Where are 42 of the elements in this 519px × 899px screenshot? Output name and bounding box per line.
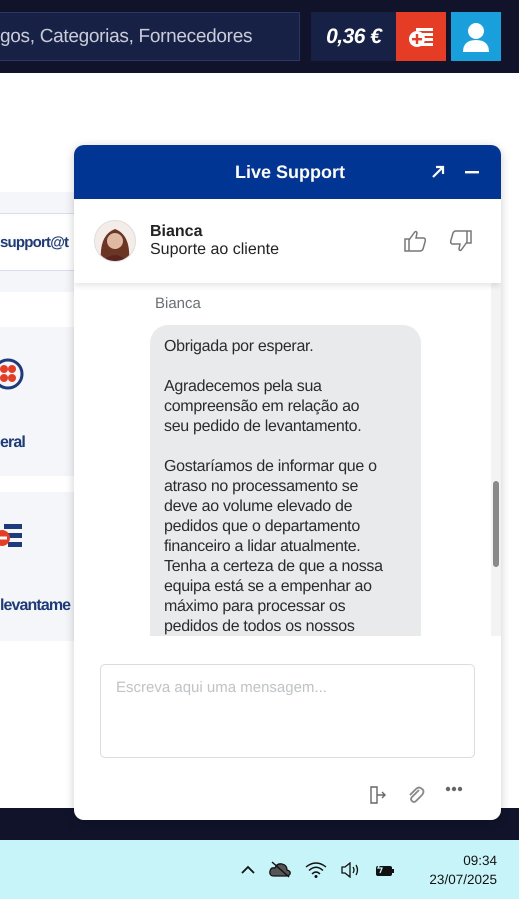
menu-card[interactable]: levantame <box>0 492 74 641</box>
clock-date: 23/07/2025 <box>429 870 497 888</box>
sender-name: Bianca <box>155 295 201 312</box>
clover-icon <box>0 357 24 391</box>
thumbs-down-icon <box>449 229 473 253</box>
message-text: Gostaríamos de informar que o atraso no processamento se deve ao volume elevado de pedidos que o departamento financeiro a lidar atualmente. Tenha a certeza de que a nossa equipa está se a empenhar ao máximo para processar os pedidos de todos os nossos <box>164 457 384 636</box>
clock[interactable]: 09:34 23/07/2025 <box>429 850 497 888</box>
deposit-button[interactable] <box>396 12 446 61</box>
thumbs-down-button[interactable] <box>449 229 473 253</box>
exit-button[interactable] <box>369 786 387 804</box>
arrow-up-right-icon <box>431 165 445 179</box>
avatar <box>94 220 136 262</box>
paperclip-icon <box>407 786 425 804</box>
clock-time: 09:34 <box>463 852 497 870</box>
coins-plus-icon <box>408 26 434 48</box>
popout-button[interactable] <box>431 165 445 179</box>
agent-role: Suporte ao cliente <box>150 241 280 259</box>
attach-button[interactable] <box>407 786 425 804</box>
exit-icon <box>369 786 387 804</box>
card-label: levantame <box>0 597 70 615</box>
message-text: Obrigada por esperar. <box>164 337 314 357</box>
cloud-off-icon[interactable] <box>269 861 292 878</box>
email-field: support@t <box>0 213 74 271</box>
thumbs-up-icon <box>403 229 427 253</box>
balance-display: 0,36 € <box>311 12 396 61</box>
minimize-icon <box>465 170 479 174</box>
thumbs-up-button[interactable] <box>403 229 427 253</box>
chat-title: Live Support <box>234 162 346 182</box>
wifi-icon[interactable] <box>305 862 328 878</box>
account-button[interactable] <box>451 12 501 61</box>
withdraw-icon <box>0 522 22 550</box>
message-text: Agradecemos pela sua compreensão em relação ao seu pedido de levantamento. <box>164 377 362 437</box>
more-icon <box>445 786 463 792</box>
scrollbar-thumb[interactable] <box>493 481 499 567</box>
menu-card[interactable]: eral <box>0 327 74 476</box>
user-icon <box>463 22 490 52</box>
message-input[interactable]: Escreva aqui uma mensagem... <box>100 664 475 758</box>
card-label: eral <box>0 434 25 452</box>
search-field[interactable]: gos, Categorias, Fornecedores <box>0 12 300 61</box>
minimize-button[interactable] <box>465 170 479 174</box>
chevron-up-icon[interactable] <box>241 865 256 874</box>
agent-name: Bianca <box>150 223 204 241</box>
